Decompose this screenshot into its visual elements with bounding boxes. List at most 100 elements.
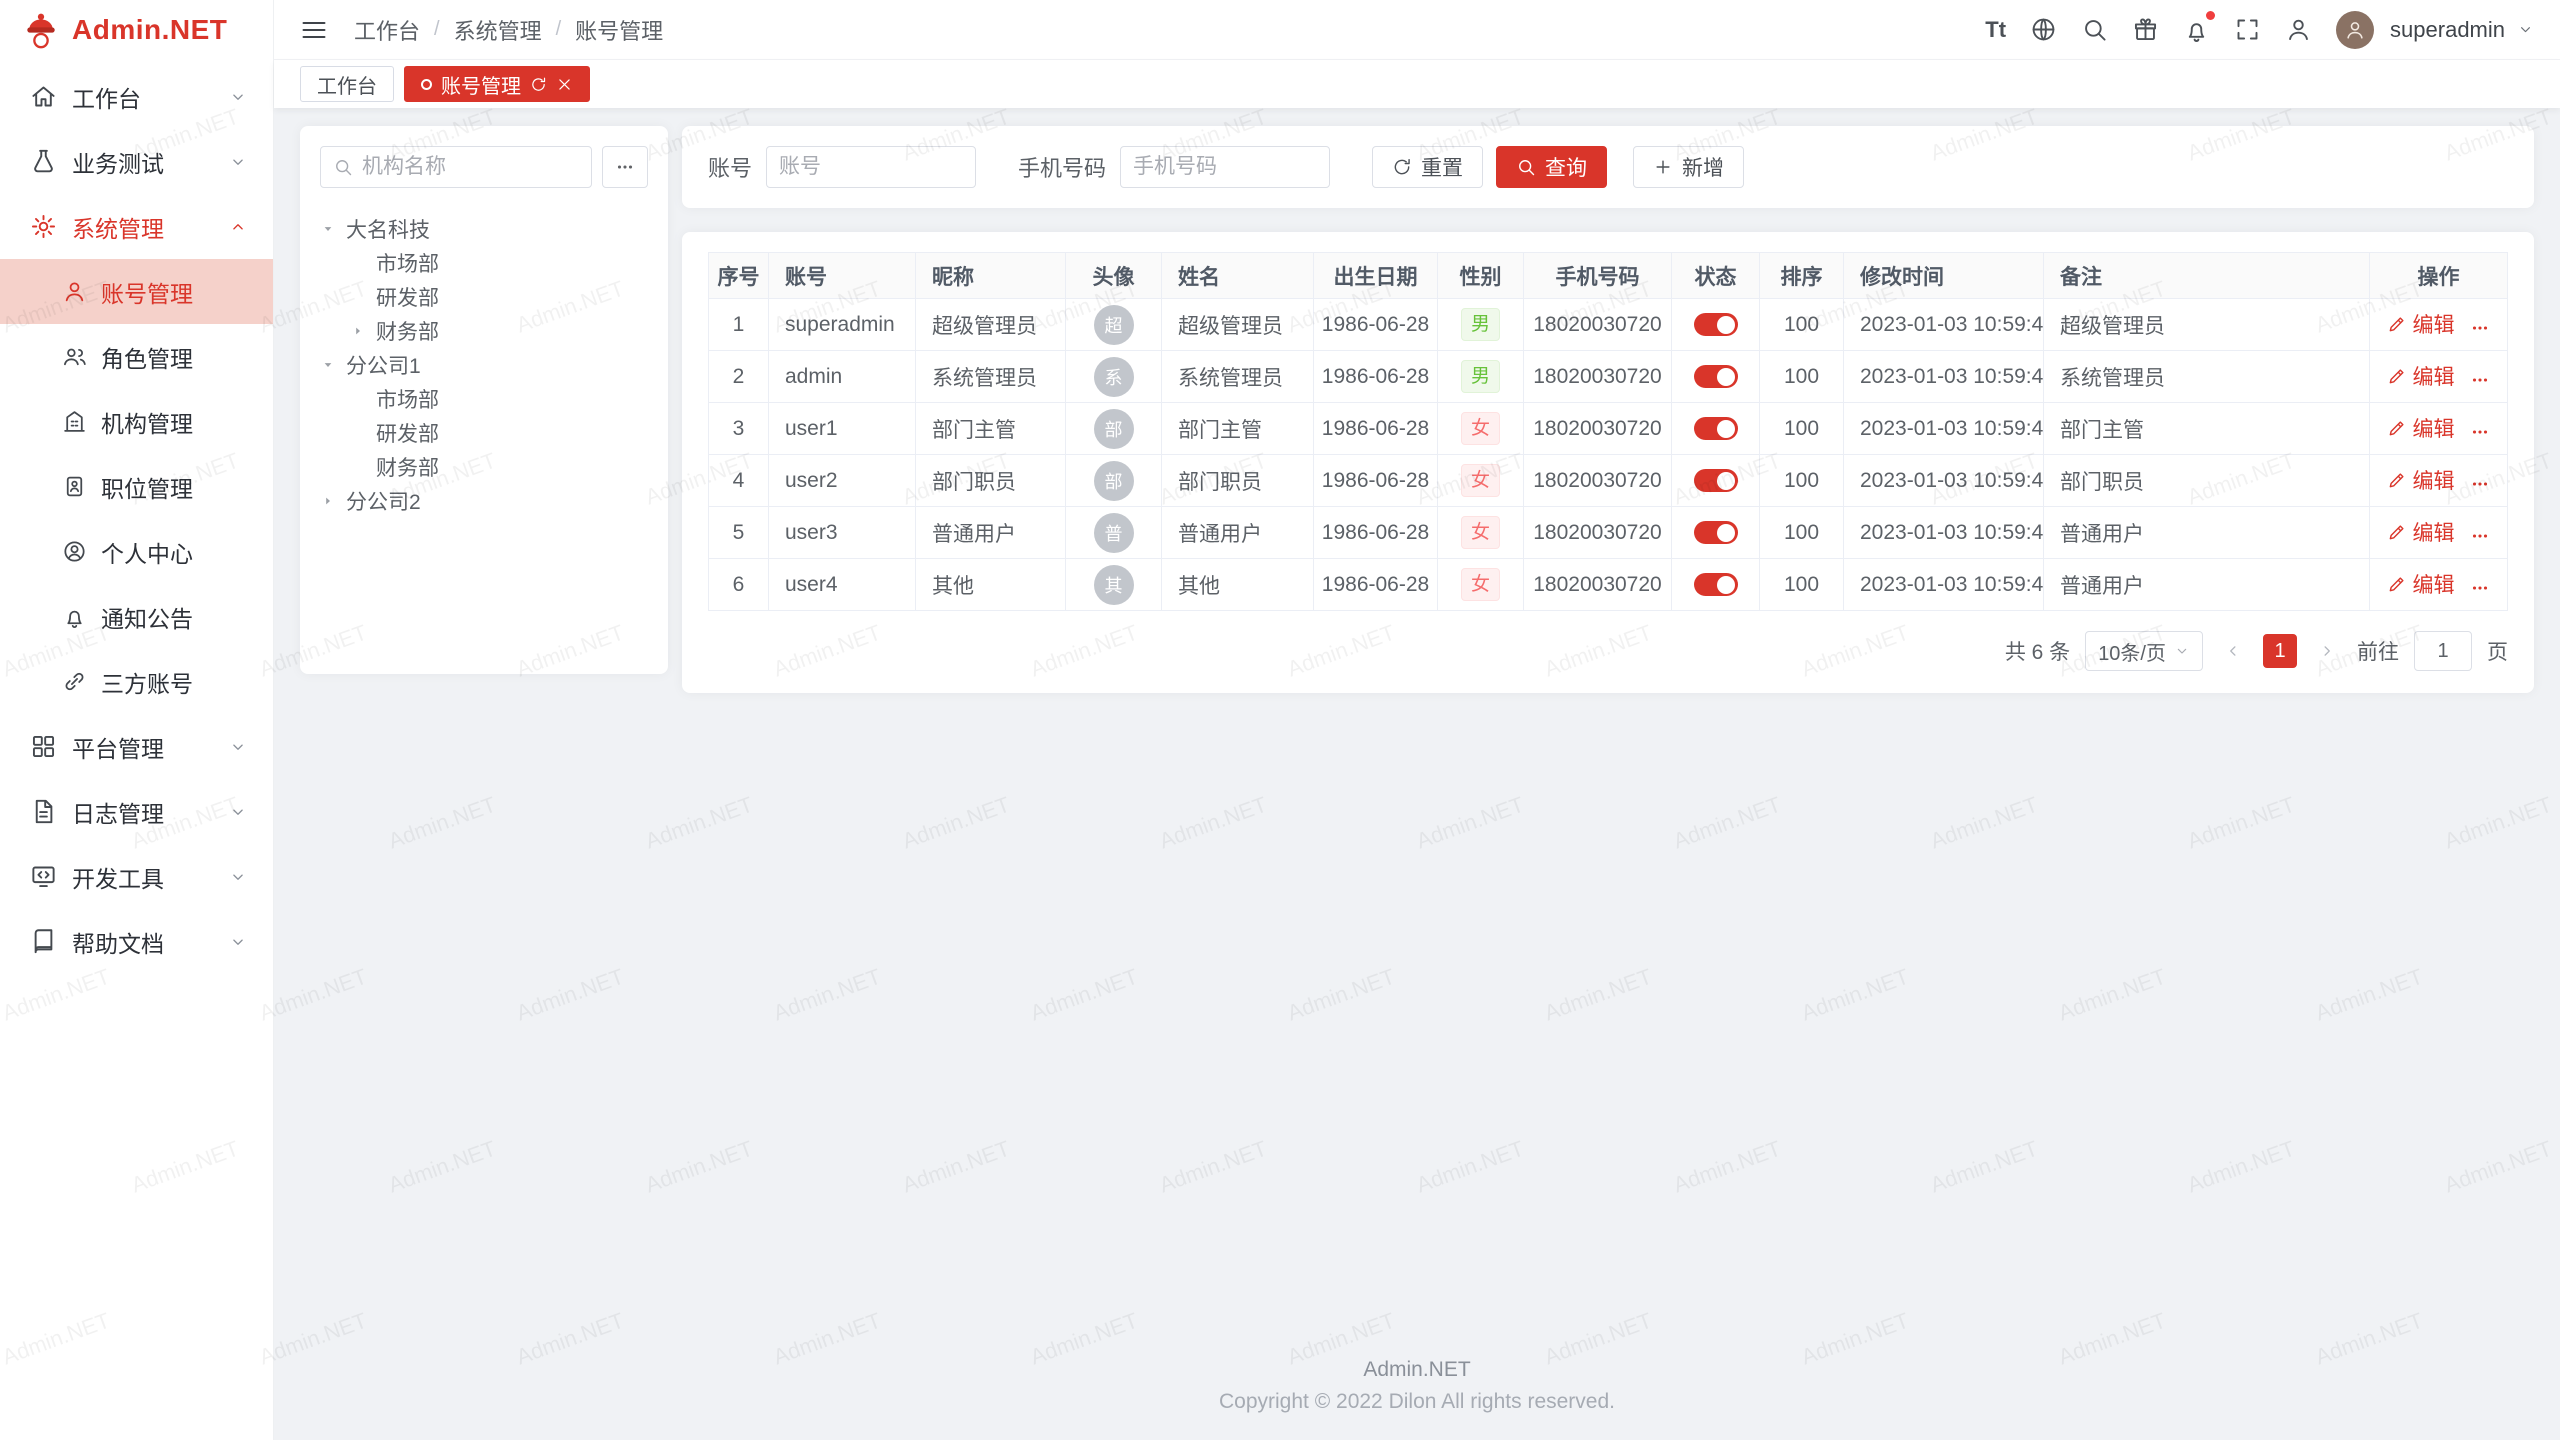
tree-node[interactable]: 财务部 (320, 450, 648, 484)
col-header: 操作 (2370, 253, 2508, 299)
table-row[interactable]: 2 admin 系统管理员 系 系统管理员 1986-06-28 男 18020… (709, 351, 2508, 403)
tree-node[interactable]: 市场部 (320, 246, 648, 280)
goto-page-input[interactable] (2414, 631, 2472, 671)
tree-node[interactable]: 分公司2 (320, 484, 648, 518)
sidebar-item-workbench[interactable]: 工作台 (0, 64, 273, 129)
sidebar-item-account-management[interactable]: 账号管理 (0, 259, 273, 324)
edit-button[interactable]: 编辑 (2387, 569, 2455, 599)
prev-page-button[interactable] (2218, 636, 2248, 666)
cell-phone: 18020030720 (1524, 351, 1672, 403)
tree-node-label: 分公司2 (346, 486, 421, 516)
chevron-down-icon[interactable] (2517, 21, 2534, 38)
sidebar-item-system-management[interactable]: 系统管理 (0, 194, 273, 259)
sidebar-item-help-docs[interactable]: 帮助文档 (0, 909, 273, 974)
sidebar-item-third-party-account[interactable]: 三方账号 (0, 649, 273, 714)
org-search-input[interactable] (362, 155, 579, 179)
caret-right-icon[interactable] (320, 493, 336, 509)
chevron-up-icon (229, 218, 247, 236)
status-toggle[interactable] (1694, 469, 1738, 492)
status-toggle[interactable] (1694, 417, 1738, 440)
tree-node[interactable]: 市场部 (320, 382, 648, 416)
col-header: 手机号码 (1524, 253, 1672, 299)
sidebar-item-personal-center[interactable]: 个人中心 (0, 519, 273, 584)
edit-button[interactable]: 编辑 (2387, 309, 2455, 339)
hamburger-menu-icon[interactable] (300, 16, 328, 44)
breadcrumb-item[interactable]: 系统管理 (454, 14, 542, 46)
topbar: 工作台 / 系统管理 / 账号管理 Tt sup (274, 0, 2560, 60)
tabs-bar: 工作台 账号管理 (274, 60, 2560, 108)
phone-input[interactable] (1133, 155, 1317, 179)
edit-button[interactable]: 编辑 (2387, 465, 2455, 495)
tree-node-label: 研发部 (376, 282, 439, 312)
edit-button[interactable]: 编辑 (2387, 361, 2455, 391)
account-input[interactable] (779, 155, 963, 179)
page-number-button[interactable]: 1 (2263, 634, 2297, 668)
breadcrumb-item[interactable]: 账号管理 (575, 14, 663, 46)
status-toggle[interactable] (1694, 573, 1738, 596)
profile-icon[interactable] (2285, 16, 2312, 43)
table-row[interactable]: 4 user2 部门职员 部 部门职员 1986-06-28 女 1802003… (709, 455, 2508, 507)
caret-right-icon[interactable] (350, 323, 366, 339)
tree-node[interactable]: 分公司1 (320, 348, 648, 382)
table-row[interactable]: 3 user1 部门主管 部 部门主管 1986-06-28 女 1802003… (709, 403, 2508, 455)
tree-node[interactable]: 研发部 (320, 280, 648, 314)
edit-button[interactable]: 编辑 (2387, 413, 2455, 443)
breadcrumb-separator: / (434, 18, 440, 41)
sidebar-item-business-test[interactable]: 业务测试 (0, 129, 273, 194)
username[interactable]: superadmin (2390, 17, 2505, 43)
fullscreen-icon[interactable] (2234, 16, 2261, 43)
reset-button[interactable]: 重置 (1372, 146, 1483, 188)
caret-down-icon[interactable] (320, 221, 336, 237)
sidebar-item-log-management[interactable]: 日志管理 (0, 779, 273, 844)
add-button[interactable]: 新增 (1633, 146, 1744, 188)
edit-button[interactable]: 编辑 (2387, 517, 2455, 547)
more-actions-icon[interactable] (2469, 525, 2491, 547)
search-button[interactable]: 查询 (1496, 146, 1607, 188)
account-field (766, 146, 976, 188)
caret-placeholder (350, 390, 376, 408)
tree-node[interactable]: 研发部 (320, 416, 648, 450)
next-page-button[interactable] (2312, 636, 2342, 666)
tree-node[interactable]: 大名科技 (320, 212, 648, 246)
tab-workbench[interactable]: 工作台 (300, 66, 394, 102)
cell-index: 6 (709, 559, 769, 611)
breadcrumb-item[interactable]: 工作台 (354, 14, 420, 46)
status-toggle[interactable] (1694, 365, 1738, 388)
sidebar-item-platform-management[interactable]: 平台管理 (0, 714, 273, 779)
caret-down-icon[interactable] (320, 357, 336, 373)
sidebar-item-position-management[interactable]: 职位管理 (0, 454, 273, 519)
badge-icon (62, 474, 87, 499)
chevron-down-icon (229, 933, 247, 951)
status-toggle[interactable] (1694, 521, 1738, 544)
avatar[interactable] (2336, 11, 2374, 49)
font-size-icon[interactable]: Tt (1985, 17, 2006, 43)
more-actions-icon[interactable] (2469, 369, 2491, 391)
sidebar-item-notice[interactable]: 通知公告 (0, 584, 273, 649)
cell-index: 1 (709, 299, 769, 351)
sidebar-item-org-management[interactable]: 机构管理 (0, 389, 273, 454)
cell-remark: 超级管理员 (2044, 299, 2370, 351)
table-row[interactable]: 5 user3 普通用户 普 普通用户 1986-06-28 女 1802003… (709, 507, 2508, 559)
col-header: 状态 (1672, 253, 1760, 299)
cell-name: 其他 (1162, 559, 1314, 611)
tree-node[interactable]: 财务部 (320, 314, 648, 348)
refresh-icon[interactable] (530, 76, 547, 93)
edit-pencil-icon (2387, 418, 2407, 438)
notifications-button[interactable] (2183, 16, 2210, 43)
page-size-select[interactable]: 10条/页 (2085, 631, 2203, 671)
table-row[interactable]: 1 superadmin 超级管理员 超 超级管理员 1986-06-28 男 … (709, 299, 2508, 351)
more-actions-icon[interactable] (2469, 577, 2491, 599)
more-actions-icon[interactable] (2469, 421, 2491, 443)
table-row[interactable]: 6 user4 其他 其 其他 1986-06-28 女 18020030720 (709, 559, 2508, 611)
more-actions-icon[interactable] (2469, 473, 2491, 495)
theme-gift-icon[interactable] (2132, 16, 2159, 43)
search-icon[interactable] (2081, 16, 2108, 43)
more-actions-icon[interactable] (2469, 317, 2491, 339)
close-icon[interactable] (556, 76, 573, 93)
sidebar-item-role-management[interactable]: 角色管理 (0, 324, 273, 389)
tree-more-button[interactable] (602, 146, 648, 188)
sidebar-item-dev-tools[interactable]: 开发工具 (0, 844, 273, 909)
tab-account-management[interactable]: 账号管理 (404, 66, 590, 102)
language-globe-icon[interactable] (2030, 16, 2057, 43)
status-toggle[interactable] (1694, 313, 1738, 336)
